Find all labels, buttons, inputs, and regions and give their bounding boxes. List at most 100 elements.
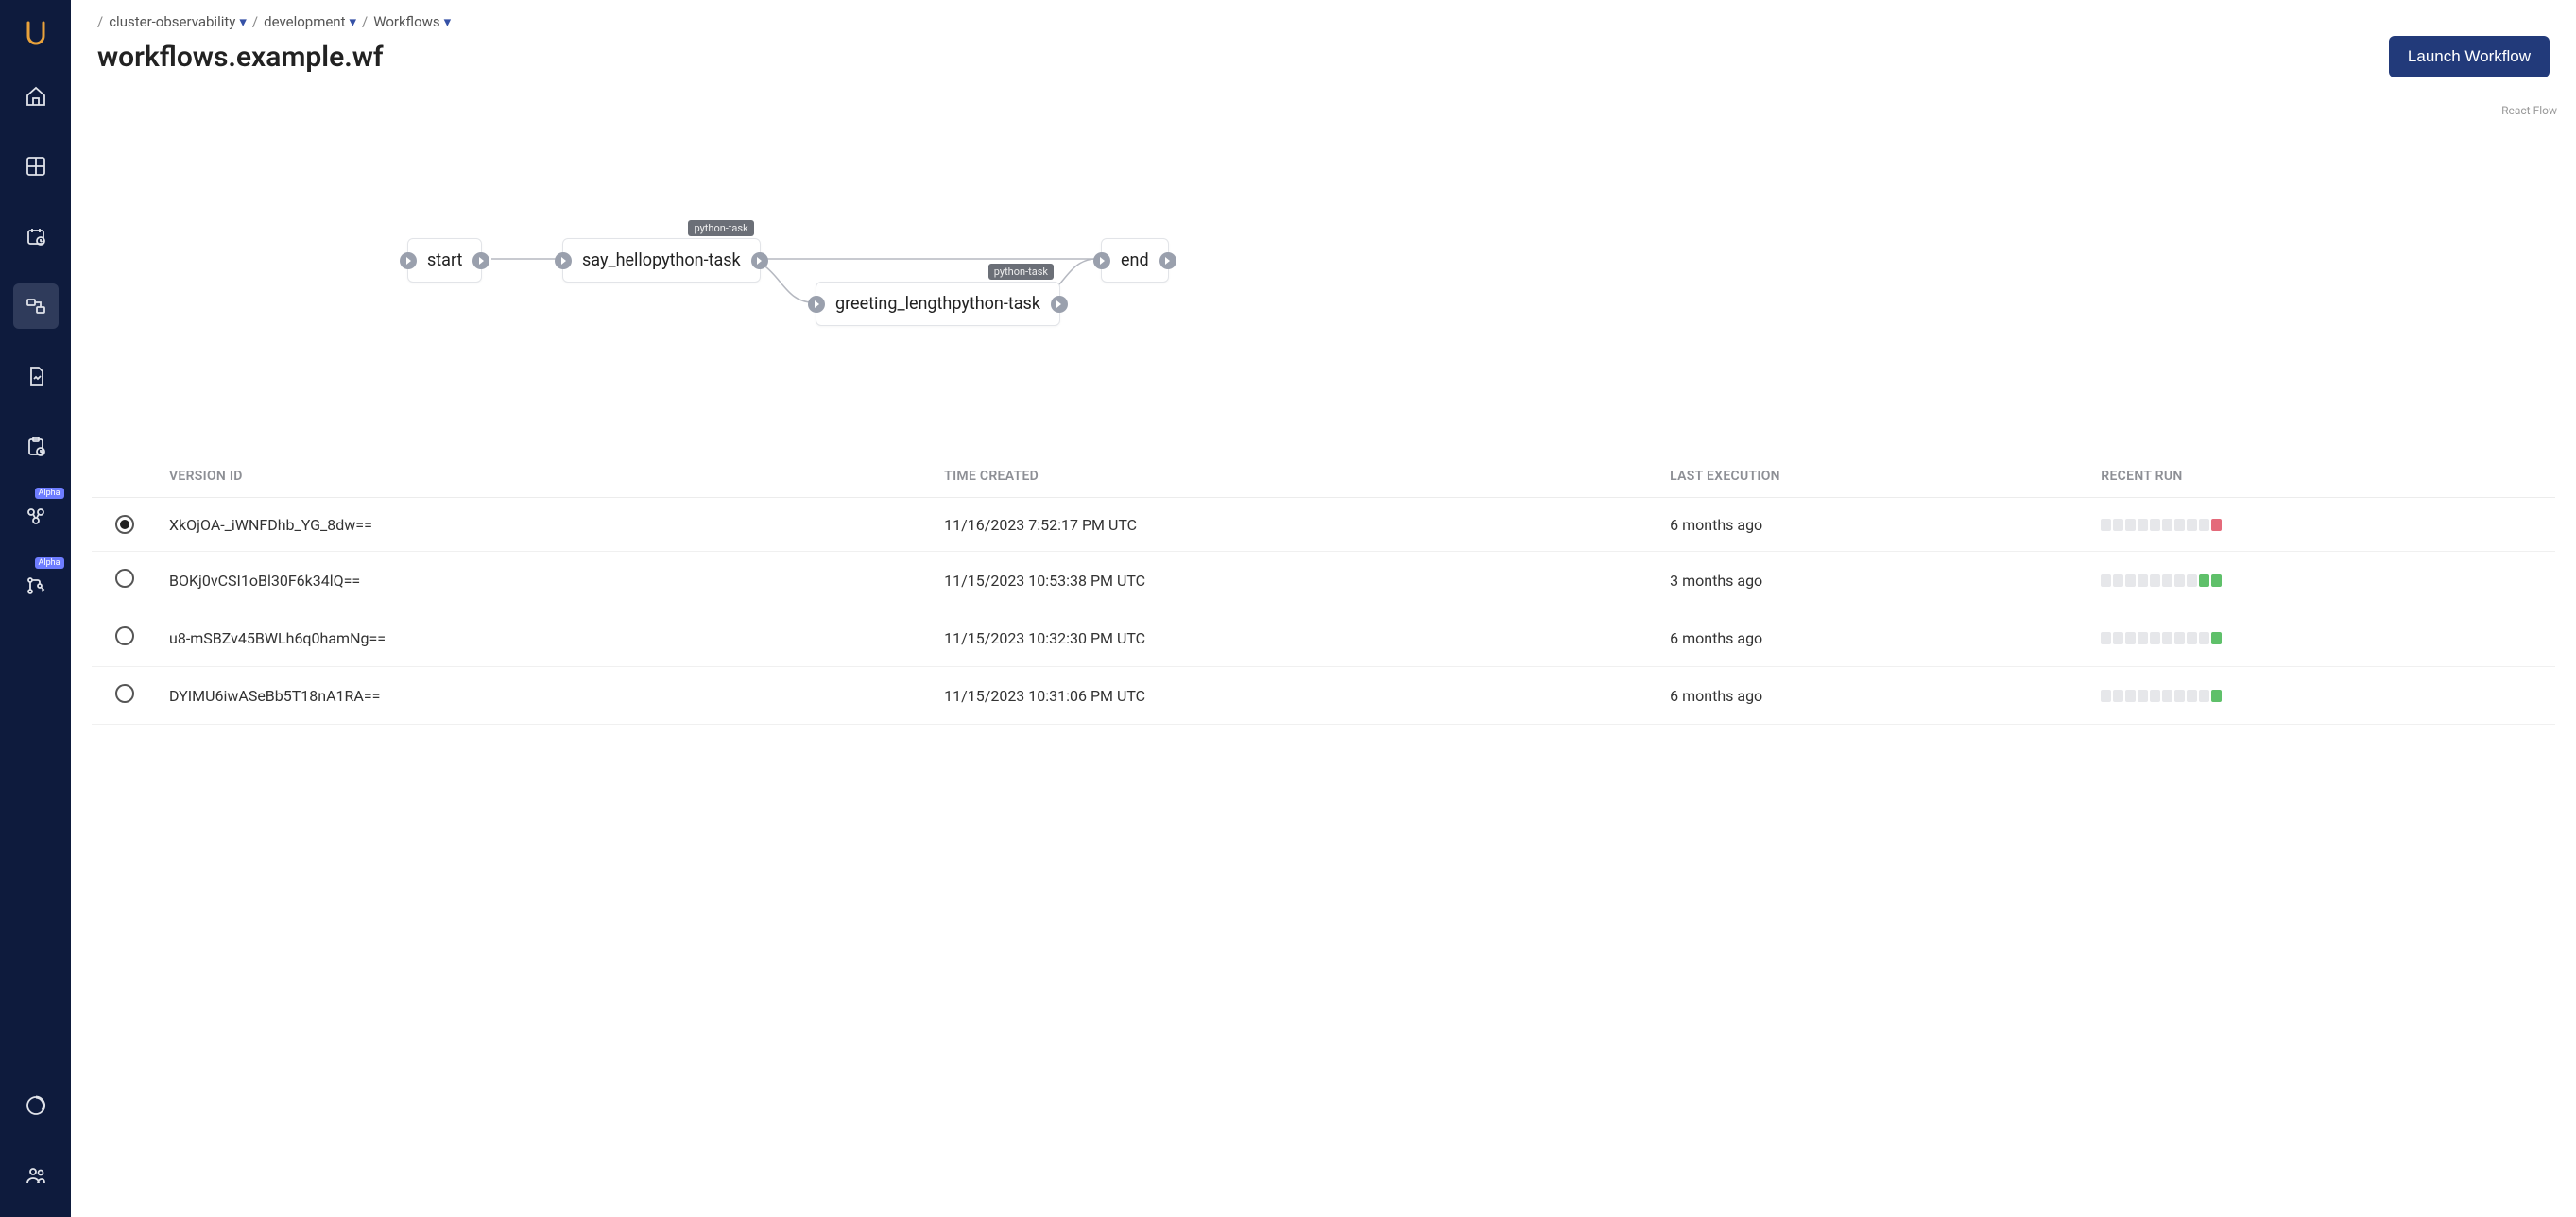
nav-dashboard[interactable] — [13, 144, 59, 189]
chevron-down-icon: ▾ — [239, 13, 247, 30]
cell-time-created: 11/15/2023 10:53:38 PM UTC — [933, 552, 1658, 609]
run-status-cell — [2199, 632, 2209, 644]
nav-reports[interactable] — [13, 353, 59, 399]
run-status-cell — [2150, 574, 2160, 587]
breadcrumb-label: Workflows — [373, 13, 439, 30]
workflow-graph[interactable]: React Flow start python-task say_hellopy… — [80, 77, 2567, 455]
handle-in-icon[interactable] — [808, 296, 825, 313]
nav-usage[interactable] — [13, 1083, 59, 1128]
cell-recent-run — [2089, 552, 2555, 609]
chevron-down-icon: ▾ — [444, 13, 452, 30]
launch-workflow-button[interactable]: Launch Workflow — [2389, 36, 2550, 77]
cell-time-created: 11/16/2023 7:52:17 PM UTC — [933, 498, 1658, 552]
run-status-cell — [2113, 519, 2123, 531]
handle-out-icon[interactable] — [472, 252, 489, 269]
run-status-cell — [2199, 574, 2209, 587]
node-label: end — [1121, 250, 1149, 270]
app-logo[interactable] — [21, 17, 51, 47]
run-status-cell — [2162, 574, 2172, 587]
run-status-cell — [2138, 574, 2148, 587]
sidebar: Alpha Alpha — [0, 0, 71, 1217]
run-status-cell — [2113, 574, 2123, 587]
run-status-cell — [2150, 690, 2160, 702]
breadcrumb-sep: / — [252, 13, 258, 30]
run-status-cell — [2125, 632, 2136, 644]
node-greeting-length[interactable]: python-task greeting_lengthpython-task — [816, 282, 1060, 326]
cell-time-created: 11/15/2023 10:32:30 PM UTC — [933, 609, 1658, 667]
cell-last-execution: 3 months ago — [1658, 552, 2089, 609]
handle-in-icon[interactable] — [400, 252, 417, 269]
col-last-execution[interactable]: LAST EXECUTION — [1658, 455, 2089, 498]
run-status-cell — [2187, 574, 2197, 587]
node-label: greeting_lengthpython-task — [835, 294, 1040, 314]
run-status-cell — [2187, 519, 2197, 531]
run-status-cell — [2138, 519, 2148, 531]
nav-scheduled[interactable] — [13, 214, 59, 259]
table-row[interactable]: u8-mSBZv45BWLh6q0hamNg==11/15/2023 10:32… — [92, 609, 2555, 667]
alpha-badge: Alpha — [35, 488, 64, 499]
run-status-cell — [2125, 519, 2136, 531]
node-say-hello[interactable]: python-task say_hellopython-task — [562, 238, 761, 283]
table-row[interactable]: DYIMU6iwASeBb5T18nA1RA==11/15/2023 10:31… — [92, 667, 2555, 725]
nav-models-alpha[interactable]: Alpha — [13, 493, 59, 539]
table-row[interactable]: BOKj0vCSI1oBl30F6k34lQ==11/15/2023 10:53… — [92, 552, 2555, 609]
handle-in-icon[interactable] — [1093, 252, 1110, 269]
run-status-cell — [2199, 690, 2209, 702]
breadcrumb: / cluster-observability ▾ / development … — [97, 13, 2550, 30]
run-status-cell — [2125, 574, 2136, 587]
run-status-cell — [2101, 519, 2111, 531]
run-status-cell — [2199, 519, 2209, 531]
cell-recent-run — [2089, 609, 2555, 667]
node-label: start — [427, 250, 462, 270]
run-status-cell — [2162, 632, 2172, 644]
handle-out-icon[interactable] — [1051, 296, 1068, 313]
col-time-created[interactable]: TIME CREATED — [933, 455, 1658, 498]
col-recent-run[interactable]: RECENT RUN — [2089, 455, 2555, 498]
node-end[interactable]: end — [1101, 238, 1169, 283]
alpha-badge: Alpha — [35, 557, 64, 569]
handle-out-icon[interactable] — [751, 252, 768, 269]
breadcrumb-project[interactable]: cluster-observability ▾ — [109, 13, 247, 30]
nav-pipelines-alpha[interactable]: Alpha — [13, 563, 59, 608]
run-status-cell — [2101, 574, 2111, 587]
versions-table: VERSION ID TIME CREATED LAST EXECUTION R… — [92, 455, 2555, 725]
version-radio[interactable] — [115, 626, 134, 645]
table-row[interactable]: XkOjOA-_iWNFDhb_YG_8dw==11/16/2023 7:52:… — [92, 498, 2555, 552]
run-status-cell — [2113, 690, 2123, 702]
cell-last-execution: 6 months ago — [1658, 498, 2089, 552]
nav-workflows[interactable] — [13, 283, 59, 329]
node-type-tag: python-task — [688, 220, 753, 236]
run-status-cell — [2150, 632, 2160, 644]
nav-users[interactable] — [13, 1153, 59, 1198]
breadcrumb-section[interactable]: Workflows ▾ — [373, 13, 451, 30]
nav-tasks[interactable] — [13, 423, 59, 469]
handle-out-icon[interactable] — [1159, 252, 1176, 269]
run-status-cell — [2211, 519, 2222, 531]
run-status-cell — [2138, 690, 2148, 702]
run-status-cell — [2187, 690, 2197, 702]
run-status-cell — [2174, 632, 2185, 644]
breadcrumb-sep: / — [97, 13, 103, 30]
run-status-cell — [2162, 690, 2172, 702]
run-status-cell — [2150, 519, 2160, 531]
node-type-tag: python-task — [988, 264, 1054, 280]
cell-version-id: u8-mSBZv45BWLh6q0hamNg== — [158, 609, 933, 667]
chevron-down-icon: ▾ — [350, 13, 357, 30]
cell-version-id: DYIMU6iwASeBb5T18nA1RA== — [158, 667, 933, 725]
breadcrumb-sep: / — [362, 13, 368, 30]
header: / cluster-observability ▾ / development … — [71, 0, 2576, 77]
version-radio[interactable] — [115, 684, 134, 703]
run-status-cell — [2101, 690, 2111, 702]
nav-home[interactable] — [13, 74, 59, 119]
run-status-cell — [2211, 632, 2222, 644]
handle-in-icon[interactable] — [555, 252, 572, 269]
cell-version-id: BOKj0vCSI1oBl30F6k34lQ== — [158, 552, 933, 609]
version-radio[interactable] — [115, 569, 134, 588]
run-status-cell — [2174, 690, 2185, 702]
main-content: / cluster-observability ▾ / development … — [71, 0, 2576, 1217]
node-start[interactable]: start — [407, 238, 482, 283]
version-radio[interactable] — [115, 515, 134, 534]
breadcrumb-domain[interactable]: development ▾ — [264, 13, 356, 30]
cell-last-execution: 6 months ago — [1658, 667, 2089, 725]
col-version-id[interactable]: VERSION ID — [158, 455, 933, 498]
